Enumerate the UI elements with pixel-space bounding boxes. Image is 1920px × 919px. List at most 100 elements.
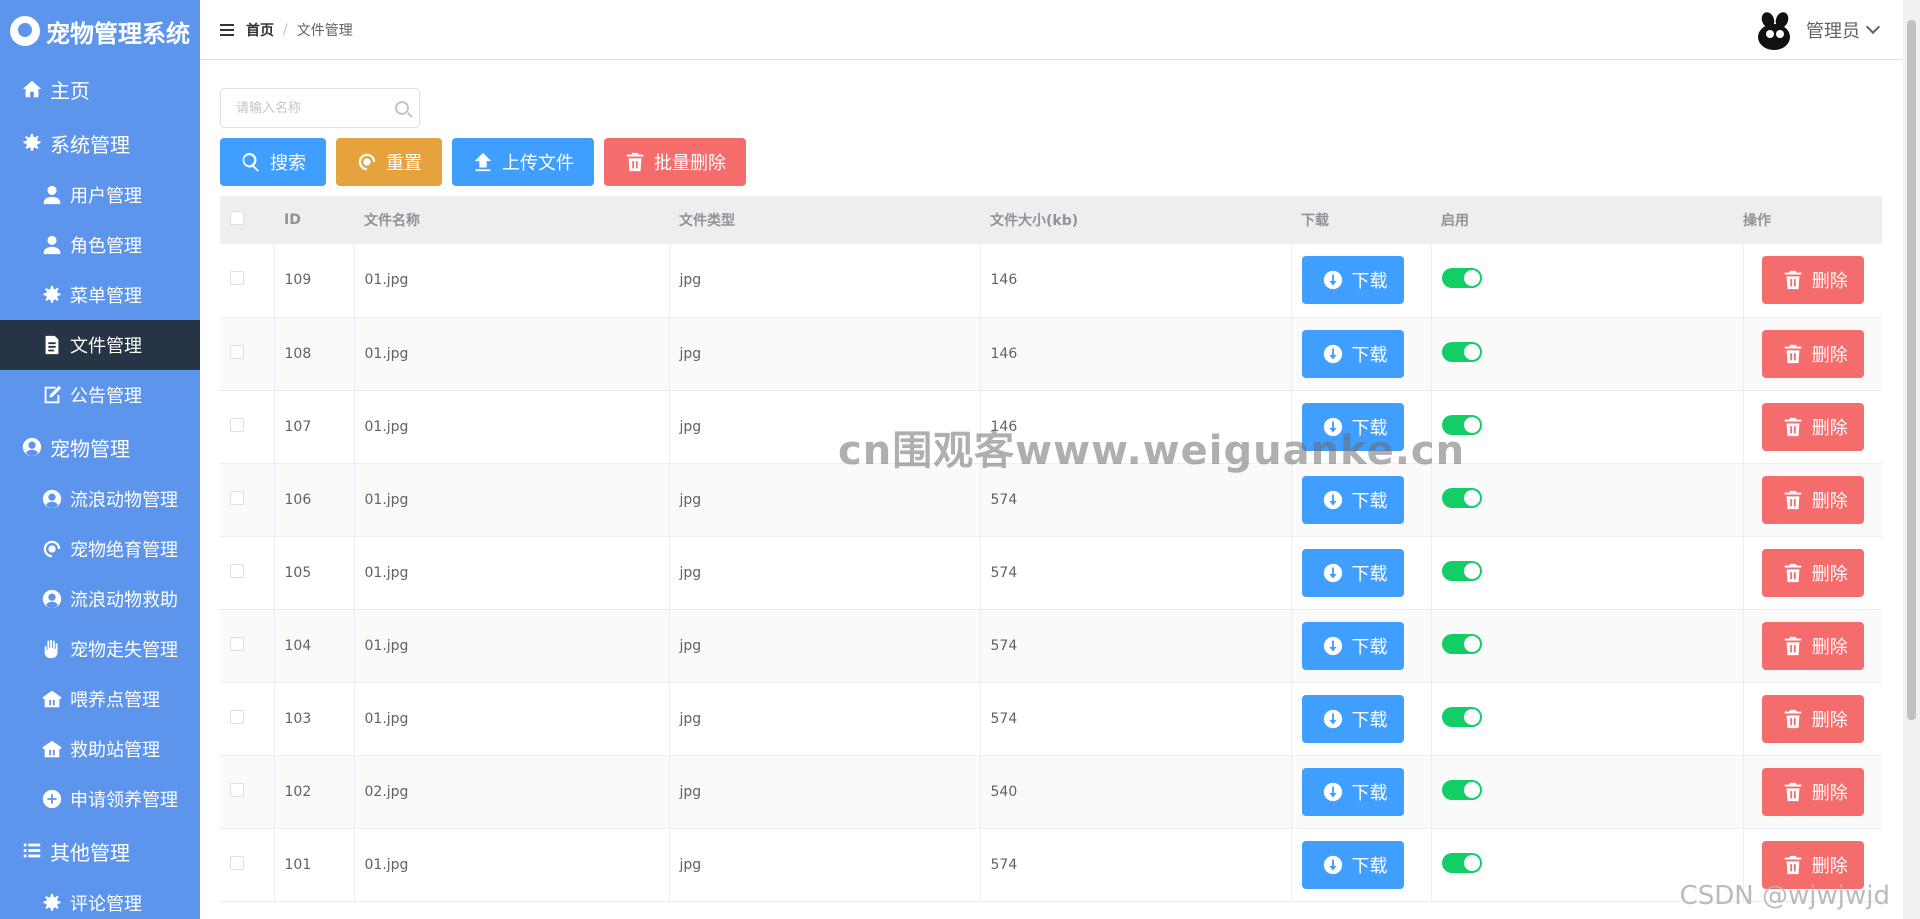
- enable-switch[interactable]: [1441, 633, 1482, 654]
- search-box: [220, 88, 420, 128]
- sidebar-item-0[interactable]: 主页: [0, 62, 200, 116]
- breadcrumb-home[interactable]: 首页: [246, 20, 274, 40]
- delete-button[interactable]: 删除: [1761, 767, 1864, 816]
- enable-switch[interactable]: [1441, 560, 1482, 581]
- download-button[interactable]: 下载: [1301, 475, 1404, 524]
- sidebar-item-10[interactable]: 流浪动物救助: [0, 574, 200, 624]
- delete-button[interactable]: 删除: [1761, 840, 1864, 889]
- delete-button[interactable]: 删除: [1761, 621, 1864, 670]
- search-button[interactable]: 搜索: [220, 138, 326, 186]
- row-checkbox[interactable]: [230, 782, 244, 797]
- row-checkbox[interactable]: [230, 417, 244, 432]
- row-select-cell: [220, 828, 275, 902]
- sidebar-item-5[interactable]: 文件管理: [0, 320, 200, 370]
- cell-download: 下载: [1291, 609, 1432, 683]
- download-button[interactable]: 下载: [1301, 694, 1404, 743]
- download-button[interactable]: 下载: [1301, 840, 1404, 889]
- row-checkbox[interactable]: [230, 709, 244, 724]
- cell-action: 删除: [1743, 390, 1882, 464]
- search-icon: [395, 101, 409, 115]
- cell-type: jpg: [669, 536, 981, 610]
- trash-icon: [1782, 269, 1804, 291]
- download-button-label: 下载: [1351, 271, 1388, 293]
- trash-icon: [1782, 343, 1804, 365]
- sidebar-item-11[interactable]: 宠物走失管理: [0, 624, 200, 674]
- cell-enable: [1431, 828, 1744, 902]
- cell-action: 删除: [1743, 317, 1882, 391]
- scrollbar-thumb[interactable]: [1907, 20, 1916, 720]
- user-menu[interactable]: 管理员: [1754, 9, 1881, 50]
- enable-switch[interactable]: [1441, 341, 1482, 362]
- sidebar-item-label: 宠物绝育管理: [70, 540, 178, 561]
- list-icon: [20, 839, 44, 863]
- delete-button[interactable]: 删除: [1761, 548, 1864, 597]
- sidebar-item-2[interactable]: 用户管理: [0, 170, 200, 220]
- table-row: 107 01.jpg jpg 146 下载 删除: [220, 390, 1882, 464]
- cell-download: 下载: [1291, 390, 1432, 464]
- enable-switch[interactable]: [1441, 779, 1482, 800]
- home-icon: [20, 77, 44, 101]
- sidebar-item-15[interactable]: 其他管理: [0, 824, 200, 878]
- scrollbar[interactable]: [1903, 0, 1920, 919]
- sidebar-item-6[interactable]: 公告管理: [0, 370, 200, 420]
- cell-action: 删除: [1743, 609, 1882, 683]
- cell-enable: [1431, 609, 1744, 683]
- cell-type: jpg: [669, 609, 981, 683]
- delete-button[interactable]: 删除: [1761, 694, 1864, 743]
- row-checkbox[interactable]: [230, 490, 244, 505]
- cell-id: 103: [274, 682, 355, 756]
- delete-button-label: 删除: [1811, 709, 1848, 731]
- delete-button[interactable]: 删除: [1761, 329, 1864, 378]
- download-button[interactable]: 下载: [1301, 767, 1404, 816]
- app-title: 宠物管理系统: [46, 19, 190, 48]
- cell-action: 删除: [1743, 244, 1882, 318]
- header-enable: 启用: [1431, 196, 1743, 244]
- reset-button[interactable]: 重置: [336, 138, 442, 186]
- sidebar-item-12[interactable]: 喂养点管理: [0, 674, 200, 724]
- download-button[interactable]: 下载: [1301, 329, 1404, 378]
- search-input[interactable]: [236, 100, 386, 116]
- sidebar-item-9[interactable]: 宠物绝育管理: [0, 524, 200, 574]
- enable-switch[interactable]: [1441, 268, 1482, 289]
- row-checkbox[interactable]: [230, 344, 244, 359]
- download-button[interactable]: 下载: [1301, 621, 1404, 670]
- download-button-label: 下载: [1351, 490, 1388, 512]
- batch-delete-button[interactable]: 批量删除: [604, 138, 746, 186]
- upload-button[interactable]: 上传文件: [452, 138, 594, 186]
- breadcrumb-separator: /: [283, 21, 288, 38]
- row-checkbox[interactable]: [230, 855, 244, 870]
- sidebar-item-16[interactable]: 评论管理: [0, 878, 200, 919]
- sidebar-item-13[interactable]: 救助站管理: [0, 724, 200, 774]
- cell-size: 574: [980, 463, 1292, 537]
- enable-switch[interactable]: [1441, 706, 1482, 727]
- sidebar-item-1[interactable]: 系统管理: [0, 116, 200, 170]
- sidebar-item-4[interactable]: 菜单管理: [0, 270, 200, 320]
- sidebar-item-label: 文件管理: [70, 336, 142, 357]
- download-button-label: 下载: [1351, 636, 1388, 658]
- download-button[interactable]: 下载: [1301, 402, 1404, 451]
- add-circle-icon: [40, 787, 64, 811]
- download-button[interactable]: 下载: [1301, 256, 1404, 305]
- sidebar-item-14[interactable]: 申请领养管理: [0, 774, 200, 824]
- enable-switch[interactable]: [1441, 487, 1482, 508]
- sidebar-item-8[interactable]: 流浪动物管理: [0, 474, 200, 524]
- sidebar-item-7[interactable]: 宠物管理: [0, 420, 200, 474]
- enable-switch[interactable]: [1441, 414, 1482, 435]
- delete-button[interactable]: 删除: [1761, 402, 1864, 451]
- row-checkbox[interactable]: [230, 636, 244, 651]
- enable-switch[interactable]: [1441, 852, 1482, 873]
- delete-button[interactable]: 删除: [1761, 256, 1864, 305]
- table-row: 106 01.jpg jpg 574 下载 删除: [220, 463, 1882, 537]
- house-icon: [40, 737, 64, 761]
- cell-enable: [1431, 682, 1744, 756]
- row-checkbox[interactable]: [230, 563, 244, 578]
- delete-button[interactable]: 删除: [1761, 475, 1864, 524]
- sidebar-item-3[interactable]: 角色管理: [0, 220, 200, 270]
- row-checkbox[interactable]: [230, 271, 244, 286]
- menu-toggle-icon[interactable]: [220, 22, 236, 38]
- pet-icon: [40, 487, 64, 511]
- table-row: 109 01.jpg jpg 146 下载 删除: [220, 244, 1882, 318]
- download-button[interactable]: 下载: [1301, 548, 1404, 597]
- select-all-checkbox[interactable]: [230, 211, 244, 225]
- table-row: 108 01.jpg jpg 146 下载 删除: [220, 317, 1882, 391]
